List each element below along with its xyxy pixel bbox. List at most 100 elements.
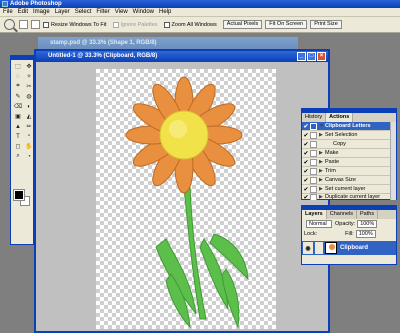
hand-tool-icon[interactable]: ✋ [24, 142, 34, 151]
maximize-icon[interactable]: □ [307, 52, 316, 61]
menu-file[interactable]: File [3, 9, 13, 15]
tab-actions[interactable]: Actions [326, 113, 354, 122]
lasso-tool-icon[interactable]: ◌ [13, 72, 23, 81]
dodge-tool-icon[interactable]: ◭ [24, 112, 34, 121]
photoshop-logo-icon [2, 1, 8, 7]
type-tool-icon[interactable]: T [13, 132, 23, 141]
layer-row[interactable]: ◉ Clipboard [302, 241, 396, 255]
magic-wand-tool-icon[interactable]: ✧ [24, 72, 34, 81]
check-icon[interactable]: ✔ [302, 177, 310, 184]
menu-help[interactable]: Help [159, 9, 171, 15]
background-document-titlebar[interactable]: stamp.psd @ 33.3% (Shape 1, RGB/8) [38, 37, 298, 49]
fill-label: Fill: [345, 231, 354, 237]
check-icon[interactable]: ✔ [302, 132, 310, 139]
flower-artwork [125, 76, 249, 329]
dialog-toggle-icon[interactable] [310, 194, 317, 200]
check-icon[interactable]: ✔ [302, 150, 310, 157]
notes-tool-icon[interactable]: ◻ [13, 142, 23, 151]
action-step-row[interactable]: ✔ ▶ Make [302, 149, 396, 158]
dialog-toggle-icon[interactable] [310, 122, 317, 130]
minimize-icon[interactable]: _ [297, 52, 306, 61]
actions-palette-tabs: History Actions [302, 113, 396, 122]
action-step-row[interactable]: ✔ ▶ Canvas Size [302, 176, 396, 185]
action-step-row[interactable]: ✔ ▶ Trim [302, 167, 396, 176]
actual-pixels-button[interactable]: Actual Pixels [222, 20, 263, 29]
menu-select[interactable]: Select [75, 9, 92, 15]
tab-history[interactable]: History [302, 113, 327, 122]
eyedropper-tool-icon[interactable]: ◔ [24, 152, 34, 161]
tab-paths[interactable]: Paths [357, 210, 379, 219]
zoom-all-label: Zoom All Windows [171, 21, 217, 28]
lock-label: Lock: [304, 231, 318, 237]
check-icon[interactable]: ✔ [302, 141, 310, 148]
fit-on-screen-button[interactable]: Fit On Screen [265, 20, 308, 29]
ignore-palettes-checkbox[interactable] [112, 21, 119, 28]
document-canvas[interactable] [96, 69, 276, 329]
menu-filter[interactable]: Filter [96, 9, 109, 15]
check-icon[interactable]: ✔ [302, 159, 310, 166]
app-title: Adobe Photoshop [10, 1, 62, 7]
gradient-tool-icon[interactable]: ◐ [24, 102, 34, 111]
dialog-toggle-icon[interactable] [310, 131, 317, 139]
menu-window[interactable]: Window [133, 9, 154, 15]
blend-mode-select[interactable]: Normal [306, 220, 332, 228]
resize-windows-checkbox[interactable] [43, 21, 49, 28]
zoom-out-icon[interactable] [31, 20, 40, 29]
menu-view[interactable]: View [115, 9, 128, 15]
zoom-all-checkbox[interactable] [163, 21, 170, 28]
tab-layers[interactable]: Layers [302, 210, 327, 219]
opacity-input[interactable]: 100% [357, 220, 378, 228]
action-step-row[interactable]: ✔ ▶ Set Selection [302, 131, 396, 140]
pen-tool-icon[interactable]: ✏ [24, 122, 34, 131]
action-step-row[interactable]: ✔ Copy [302, 140, 396, 149]
zoom-in-icon[interactable] [19, 20, 28, 29]
color-swatches [13, 189, 32, 206]
shape-tool-icon[interactable]: ⬞ [24, 132, 34, 141]
actions-palette: History Actions ✔ ▼ Clipboard Letters ✔ ▶… [301, 108, 397, 200]
action-step-row[interactable]: ✔ ▶ Set current layer [302, 185, 396, 194]
crop-tool-icon[interactable]: ⌗ [13, 82, 23, 91]
slice-tool-icon[interactable]: ✂ [24, 82, 34, 91]
blur-tool-icon[interactable]: ▣ [13, 112, 23, 121]
path-selection-tool-icon[interactable]: ▲ [13, 122, 23, 131]
layer-thumbnail [325, 242, 337, 254]
document-titlebar[interactable]: Untitled-1 @ 33.3% (Clipboard, RGB/8) _ … [36, 51, 328, 62]
zoom-tool-icon[interactable] [4, 19, 15, 30]
actions-scrollbar[interactable] [390, 122, 396, 200]
action-step-label: Copy [333, 141, 346, 147]
action-step-label: Canvas Size [325, 177, 356, 183]
check-icon[interactable]: ✔ [302, 194, 310, 201]
menu-layer[interactable]: Layer [55, 9, 70, 15]
check-icon[interactable]: ✔ [302, 168, 310, 175]
layers-palette-tabs: Layers Channels Paths [302, 210, 396, 219]
dialog-toggle-icon[interactable] [310, 140, 317, 148]
menu-edit[interactable]: Edit [18, 9, 28, 15]
action-step-row[interactable]: ✔ ▶ Duplicate current layer [302, 194, 396, 200]
brush-icon[interactable] [315, 242, 323, 254]
action-step-row[interactable]: ✔ ▶ Paste [302, 158, 396, 167]
check-icon[interactable]: ✔ [302, 186, 310, 193]
foreground-color-swatch[interactable] [13, 189, 25, 201]
check-icon[interactable]: ✔ [302, 123, 310, 130]
action-step-label: Trim [325, 168, 336, 174]
eye-icon[interactable]: ◉ [303, 242, 313, 254]
menu-image[interactable]: Image [33, 9, 50, 15]
dialog-toggle-icon[interactable] [310, 158, 317, 166]
clone-stamp-tool-icon[interactable]: ◍ [24, 92, 34, 101]
zoom-tool-icon[interactable]: ⌕ [13, 152, 23, 161]
leaves [155, 186, 249, 329]
dialog-toggle-icon[interactable] [310, 167, 317, 175]
toolbox-palette: ⬚ ✥ ◌ ✧ ⌗ ✂ ✎ ◍ ⌫ ◐ ▣ ◭ ▲ ✏ T ⬞ ◻ ✋ ⌕ ◔ [10, 55, 34, 245]
print-size-button[interactable]: Print Size [310, 20, 342, 29]
eraser-tool-icon[interactable]: ⌫ [13, 102, 23, 111]
fill-input[interactable]: 100% [355, 230, 376, 238]
move-tool-icon[interactable]: ✥ [24, 62, 34, 71]
dialog-toggle-icon[interactable] [310, 185, 317, 193]
tab-channels[interactable]: Channels [327, 210, 357, 219]
marquee-tool-icon[interactable]: ⬚ [13, 62, 23, 71]
dialog-toggle-icon[interactable] [310, 176, 317, 184]
dialog-toggle-icon[interactable] [310, 149, 317, 157]
action-set-row[interactable]: ✔ ▼ Clipboard Letters [302, 122, 396, 131]
close-icon[interactable]: × [317, 52, 326, 61]
healing-brush-tool-icon[interactable]: ✎ [13, 92, 23, 101]
